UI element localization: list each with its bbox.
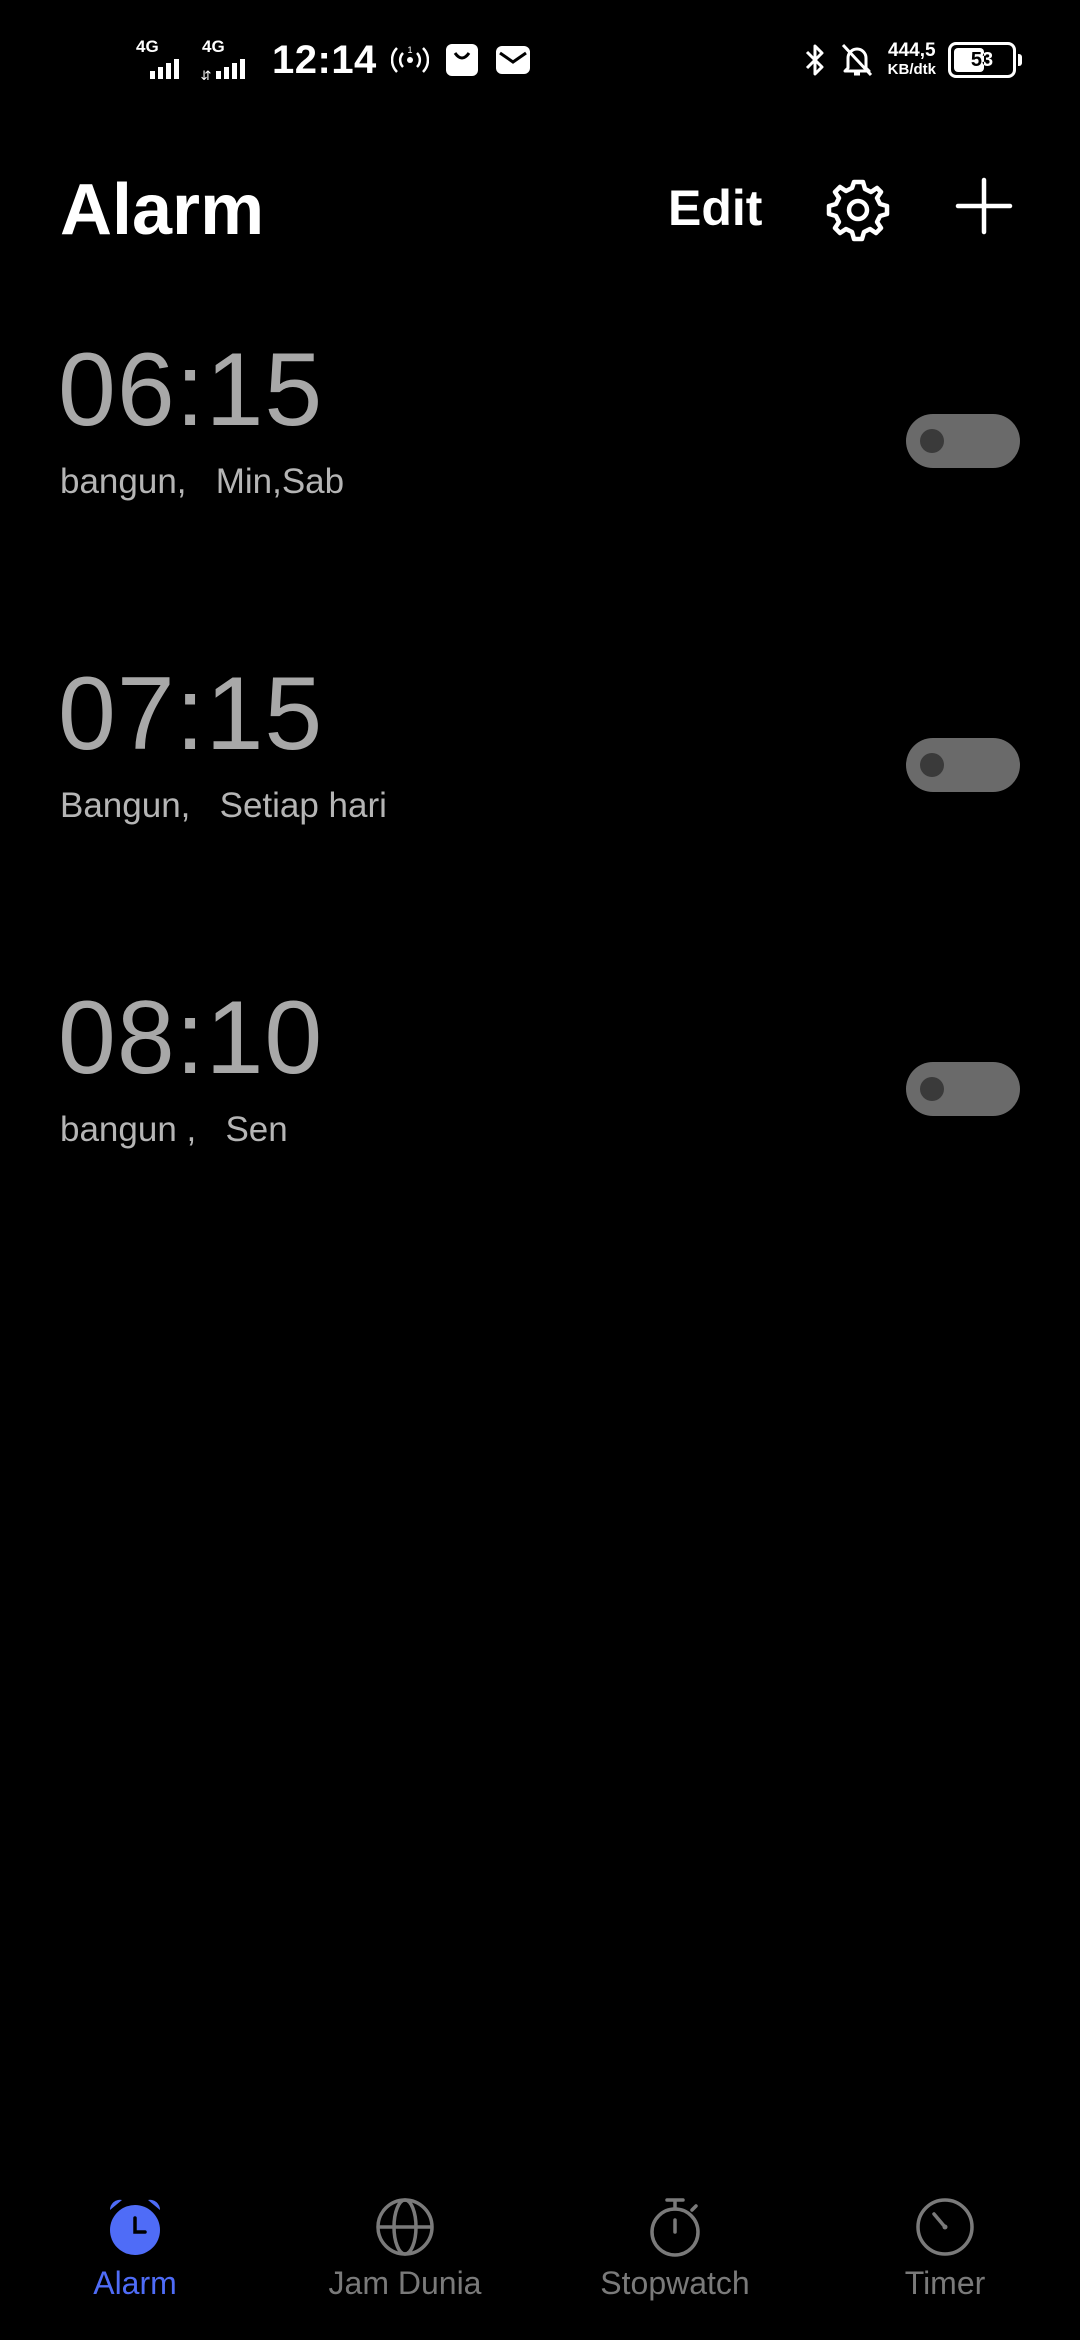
alarm-off-icon (840, 42, 874, 78)
sim2-signal-icon: 4G ⇵ (200, 37, 258, 83)
alarm-item[interactable]: 08:10 bangun , Sen (0, 968, 1080, 1292)
settings-button[interactable] (826, 178, 890, 242)
alarm-details: Bangun, Setiap hari (60, 784, 387, 828)
network-speed-unit: KB/dtk (887, 61, 936, 78)
alarm-label: bangun , (60, 1110, 197, 1149)
sim2-network-type: 4G (202, 37, 225, 56)
alarm-clock-icon (104, 2196, 166, 2258)
sim1-signal-icon: 4G (134, 37, 192, 83)
gear-icon (826, 179, 890, 242)
alarm-repeat: Sen (225, 1110, 288, 1149)
alarm-item[interactable]: 07:15 Bangun, Setiap hari (0, 644, 1080, 968)
alarm-label: bangun, (60, 462, 187, 501)
tab-label: Stopwatch (600, 2265, 750, 2301)
tab-label: Jam Dunia (328, 2265, 482, 2301)
globe-icon (374, 2196, 436, 2258)
battery-level: 53 (970, 48, 994, 71)
battery-icon: 53 (948, 42, 1016, 78)
network-speed-value: 444,5 (888, 40, 936, 61)
status-time: 12:14 (272, 37, 377, 82)
tab-jam-dunia[interactable]: Jam Dunia (270, 2196, 540, 2340)
network-speed: 444,5 KB/dtk (888, 41, 936, 79)
bottom-nav: Alarm Jam Dunia Stopwatch Timer (0, 2196, 1080, 2340)
alarm-toggle[interactable] (906, 738, 1020, 792)
tab-label: Timer (904, 2265, 986, 2301)
timer-icon (914, 2196, 976, 2258)
stopwatch-icon (644, 2196, 706, 2258)
bluetooth-icon (804, 42, 826, 78)
alarm-details: bangun , Sen (60, 1108, 288, 1152)
alarm-toggle[interactable] (906, 1062, 1020, 1116)
page-title: Alarm (60, 170, 265, 250)
tab-timer[interactable]: Timer (810, 2196, 1080, 2340)
tab-alarm[interactable]: Alarm (0, 2196, 270, 2340)
alarm-repeat: Min,Sab (215, 462, 345, 501)
mail-icon (495, 44, 531, 76)
tab-stopwatch[interactable]: Stopwatch (540, 2196, 810, 2340)
status-bar: 4G 4G ⇵ 12:14 1 444,5 KB/dtk 53 (0, 0, 1080, 120)
alarm-time: 08:10 (58, 980, 324, 1096)
alarm-label: Bangun, (60, 786, 191, 825)
status-bar-left: 4G 4G ⇵ 12:14 1 (134, 34, 547, 86)
hotspot-icon: 1 (390, 43, 429, 77)
svg-text:1: 1 (407, 45, 412, 55)
shopping-bag-icon (445, 43, 479, 77)
status-bar-right: 444,5 KB/dtk 53 (804, 34, 1022, 86)
add-alarm-button[interactable] (954, 176, 1014, 236)
edit-button[interactable]: Edit (668, 178, 762, 238)
alarm-list: 06:15 bangun, Min,Sab 07:15 Bangun, Seti… (0, 320, 1080, 1292)
tab-label: Alarm (93, 2265, 177, 2301)
sim1-network-type: 4G (136, 37, 159, 56)
alarm-time: 06:15 (58, 332, 324, 448)
plus-icon (955, 177, 1013, 235)
alarm-repeat: Setiap hari (219, 786, 387, 825)
alarm-item[interactable]: 06:15 bangun, Min,Sab (0, 320, 1080, 644)
alarm-time: 07:15 (58, 656, 324, 772)
alarm-details: bangun, Min,Sab (60, 460, 344, 504)
alarm-toggle[interactable] (906, 414, 1020, 468)
